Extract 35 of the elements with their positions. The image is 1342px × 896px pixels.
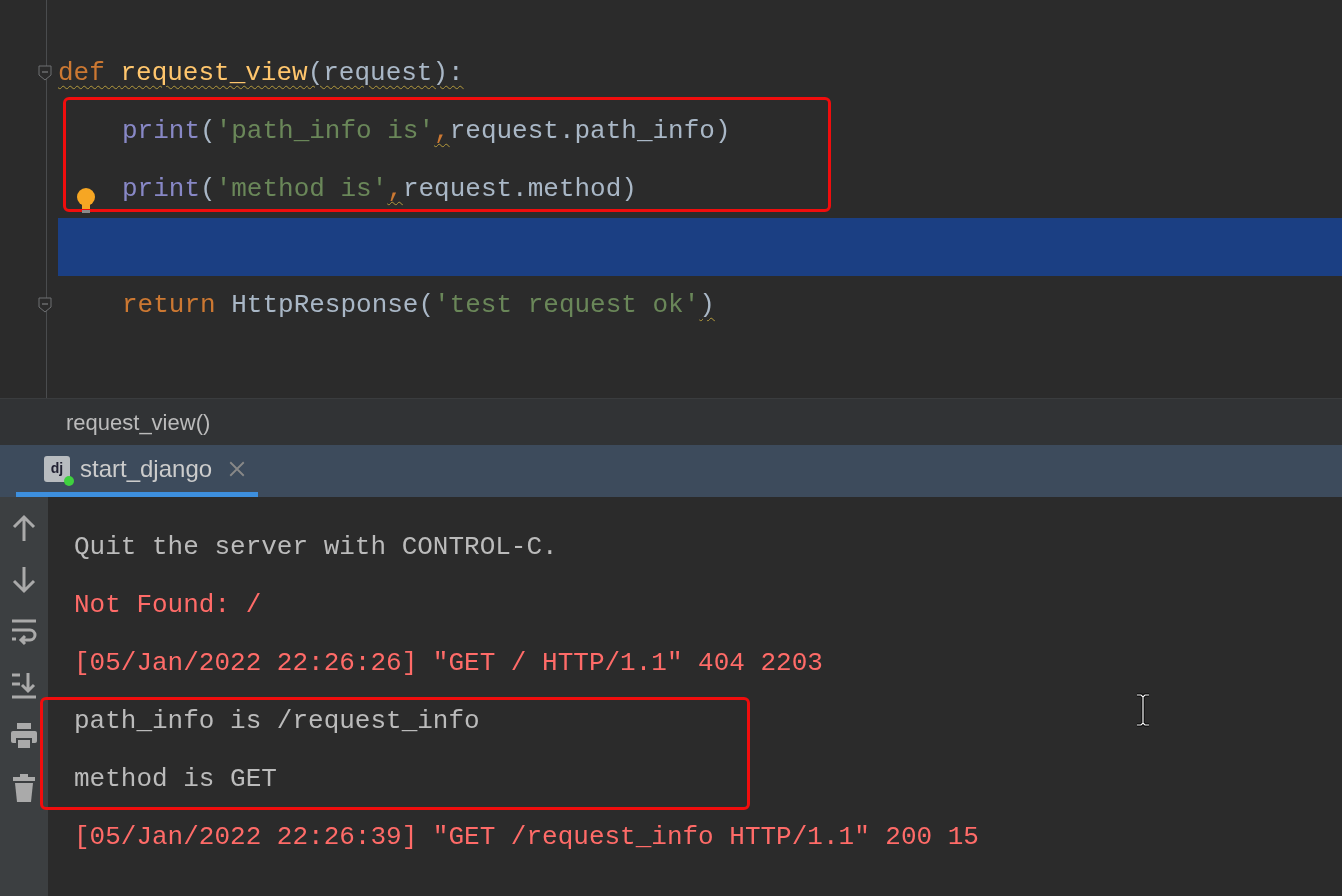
lightbulb-icon[interactable] xyxy=(76,188,96,214)
text-cursor-icon xyxy=(1135,693,1151,727)
code-token: print xyxy=(122,173,200,204)
code-token: 'path_info is' xyxy=(215,115,435,146)
code-token: request_view xyxy=(120,57,308,88)
console-line: [05/Jan/2022 22:26:39] "GET /request_info HTTP/1.1" 200 15 xyxy=(74,820,979,854)
fold-marker-icon[interactable] xyxy=(38,297,52,313)
fold-marker-icon[interactable] xyxy=(38,65,52,81)
console-line: path_info is /request_info xyxy=(74,704,480,738)
console-line: Not Found: / xyxy=(74,588,262,622)
close-icon[interactable] xyxy=(228,459,247,478)
console-line: [05/Jan/2022 22:26:26] "GET / HTTP/1.1" 404 2203 xyxy=(74,646,823,680)
code-token: , xyxy=(434,115,450,146)
code-token: def xyxy=(58,57,106,88)
up-arrow-icon[interactable] xyxy=(10,513,38,543)
code-token: request.path_info) xyxy=(449,115,731,146)
soft-wrap-icon[interactable] xyxy=(10,617,38,647)
code-token: , xyxy=(387,173,403,204)
code-token: ) xyxy=(699,289,715,320)
code-token: 'method is' xyxy=(215,173,388,204)
code-token: print xyxy=(122,115,200,146)
down-arrow-icon[interactable] xyxy=(10,565,38,595)
print-icon[interactable] xyxy=(10,721,38,751)
code-token: (request): xyxy=(307,57,464,88)
code-token: HttpResponse( xyxy=(230,289,435,320)
console-line: method is GET xyxy=(74,762,277,796)
code-token: request.method) xyxy=(402,173,637,204)
run-tab[interactable]: dj start_django xyxy=(16,445,259,497)
code-token: ( xyxy=(200,173,216,204)
trash-icon[interactable] xyxy=(10,773,38,803)
code-token: return xyxy=(122,289,216,320)
code-token: 'test request ok' xyxy=(434,289,700,320)
code-token: ( xyxy=(200,115,216,146)
console-line: Quit the server with CONTROL-C. xyxy=(74,530,558,564)
breadcrumb: request_view() xyxy=(66,408,211,437)
